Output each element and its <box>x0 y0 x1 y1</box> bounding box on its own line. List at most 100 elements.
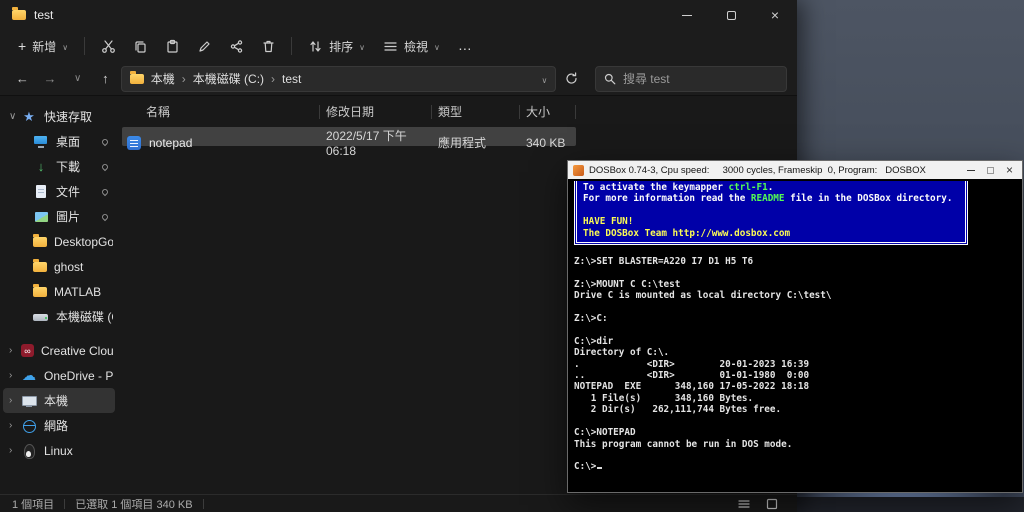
sidebar-item-desktopgoose[interactable]: DesktopGoose v0... <box>3 229 115 254</box>
new-button[interactable]: 新增 <box>10 34 76 59</box>
sidebar-item-network[interactable]: 網路 <box>3 413 115 438</box>
sidebar-item-label: 快速存取 <box>44 110 93 124</box>
window-folder-icon <box>12 7 26 20</box>
address-dropdown-icon[interactable] <box>541 72 547 86</box>
folder-icon <box>33 258 47 272</box>
explorer-titlebar[interactable]: test <box>0 0 797 30</box>
column-header-name[interactable]: 名稱 <box>122 105 320 119</box>
sort-button-label: 排序 <box>329 39 354 54</box>
dosbox-minimize-button[interactable] <box>966 169 975 171</box>
up-button[interactable] <box>93 66 118 92</box>
console-text: Z:\>SET BLASTER=A220 I7 D1 H5 T6 Z:\>MOU… <box>574 256 832 473</box>
window-title: test <box>34 8 54 22</box>
new-button-label: 新增 <box>32 39 57 54</box>
rename-icon <box>198 40 210 52</box>
network-icon <box>21 418 37 434</box>
sidebar-item-quick-access[interactable]: 快速存取 <box>3 104 115 129</box>
welcome-blank-line <box>583 205 961 216</box>
folder-icon <box>33 233 47 247</box>
plus-icon <box>18 39 26 54</box>
details-view-button[interactable] <box>735 497 753 511</box>
chevron-right-icon[interactable] <box>9 370 17 381</box>
column-header-modified[interactable]: 修改日期 <box>320 105 432 119</box>
rename-button[interactable] <box>189 33 219 59</box>
chevron-down-icon[interactable] <box>9 111 17 122</box>
dosbox-window-controls <box>963 161 1017 179</box>
forward-button[interactable] <box>38 66 63 92</box>
breadcrumb-test[interactable]: test <box>282 72 301 86</box>
chevron-right-icon[interactable] <box>9 445 17 456</box>
sidebar-item-label: 下載 <box>56 160 81 174</box>
dosbox-console[interactable]: To activate the keymapper ctrl-F1. For m… <box>568 179 1022 492</box>
back-button[interactable] <box>10 66 35 92</box>
welcome-line-keymapper: To activate the keymapper ctrl-F1. <box>583 182 774 193</box>
copy-icon <box>134 40 146 53</box>
column-headers: 名稱 修改日期 類型 大小 <box>122 102 797 122</box>
sidebar-item-label: MATLAB <box>54 284 102 299</box>
details-view-icon <box>738 499 750 508</box>
sidebar-item-creative-cloud[interactable]: Creative Cloud File <box>3 338 115 363</box>
breadcrumb-local-disk[interactable]: 本機磁碟 (C:) <box>193 70 264 87</box>
refresh-button[interactable] <box>559 66 584 92</box>
chevron-down-icon <box>434 39 440 53</box>
sort-button[interactable]: 排序 <box>300 34 373 59</box>
delete-icon <box>262 40 274 52</box>
dosbox-close-button[interactable] <box>1006 161 1013 179</box>
dosbox-titlebar[interactable]: DOSBox 0.74-3, Cpu speed: 3000 cycles, F… <box>568 161 1022 179</box>
breadcrumb-this-pc[interactable]: 本機 <box>151 70 175 87</box>
view-button[interactable]: 檢視 <box>375 34 448 59</box>
paste-button[interactable] <box>157 33 187 59</box>
chevron-down-icon <box>359 39 365 53</box>
location-folder-icon <box>129 70 144 84</box>
navigation-pane: 快速存取 桌面 下載 文件 <box>0 96 118 494</box>
drive-icon <box>33 309 49 325</box>
sidebar-item-desktop[interactable]: 桌面 <box>3 129 115 154</box>
breadcrumb-chevron-icon[interactable] <box>271 72 275 86</box>
chevron-down-icon <box>62 39 68 53</box>
sidebar-item-onedrive[interactable]: OneDrive - Persona <box>3 363 115 388</box>
cut-button[interactable] <box>93 33 123 59</box>
sidebar-item-label: OneDrive - Persona <box>44 368 113 383</box>
sidebar-item-label: 網路 <box>44 419 69 433</box>
column-header-type[interactable]: 類型 <box>432 105 520 119</box>
toolbar-divider <box>291 37 293 55</box>
more-options-button[interactable] <box>450 33 480 59</box>
sidebar-item-ghost[interactable]: ghost <box>3 254 115 279</box>
file-name: notepad <box>149 135 193 150</box>
column-header-size[interactable]: 大小 <box>520 105 576 119</box>
sidebar-item-pictures[interactable]: 圖片 <box>3 204 115 229</box>
file-row-notepad[interactable]: notepad 2022/5/17 下午 06:18 應用程式 340 KB <box>122 127 576 158</box>
dosbox-maximize-button[interactable] <box>986 166 994 174</box>
search-box[interactable] <box>594 65 787 92</box>
toolbar-divider <box>84 37 86 55</box>
sidebar-item-local-disk-c[interactable]: 本機磁碟 (C:) <box>3 304 115 329</box>
sidebar-item-label: 本機 <box>44 394 69 408</box>
delete-button[interactable] <box>253 33 283 59</box>
onedrive-icon <box>21 368 37 384</box>
breadcrumb[interactable]: 本機 本機磁碟 (C:) test <box>120 65 557 92</box>
sidebar-item-label: 文件 <box>56 185 81 199</box>
window-controls <box>665 0 797 30</box>
star-icon <box>21 109 37 125</box>
sidebar-item-linux[interactable]: Linux <box>3 438 115 463</box>
maximize-button[interactable] <box>709 0 753 30</box>
close-button[interactable] <box>753 0 797 30</box>
recent-locations-button[interactable] <box>65 66 90 92</box>
chevron-right-icon[interactable] <box>9 420 17 431</box>
sidebar-item-label: ghost <box>54 259 84 274</box>
search-input[interactable] <box>622 71 778 86</box>
minimize-button[interactable] <box>665 0 709 30</box>
chevron-right-icon[interactable] <box>9 345 17 356</box>
large-icons-view-button[interactable] <box>763 497 781 511</box>
share-button[interactable] <box>221 33 251 59</box>
breadcrumb-chevron-icon[interactable] <box>182 72 186 86</box>
explorer-command-bar: 新增 排序 檢視 <box>0 30 797 62</box>
sidebar-item-this-pc[interactable]: 本機 <box>3 388 115 413</box>
sort-icon <box>310 40 321 52</box>
sidebar-item-downloads[interactable]: 下載 <box>3 154 115 179</box>
sidebar-item-documents[interactable]: 文件 <box>3 179 115 204</box>
chevron-right-icon[interactable] <box>9 395 17 406</box>
sidebar-item-matlab[interactable]: MATLAB <box>3 279 115 304</box>
large-icons-view-icon <box>766 498 778 509</box>
copy-button[interactable] <box>125 33 155 59</box>
